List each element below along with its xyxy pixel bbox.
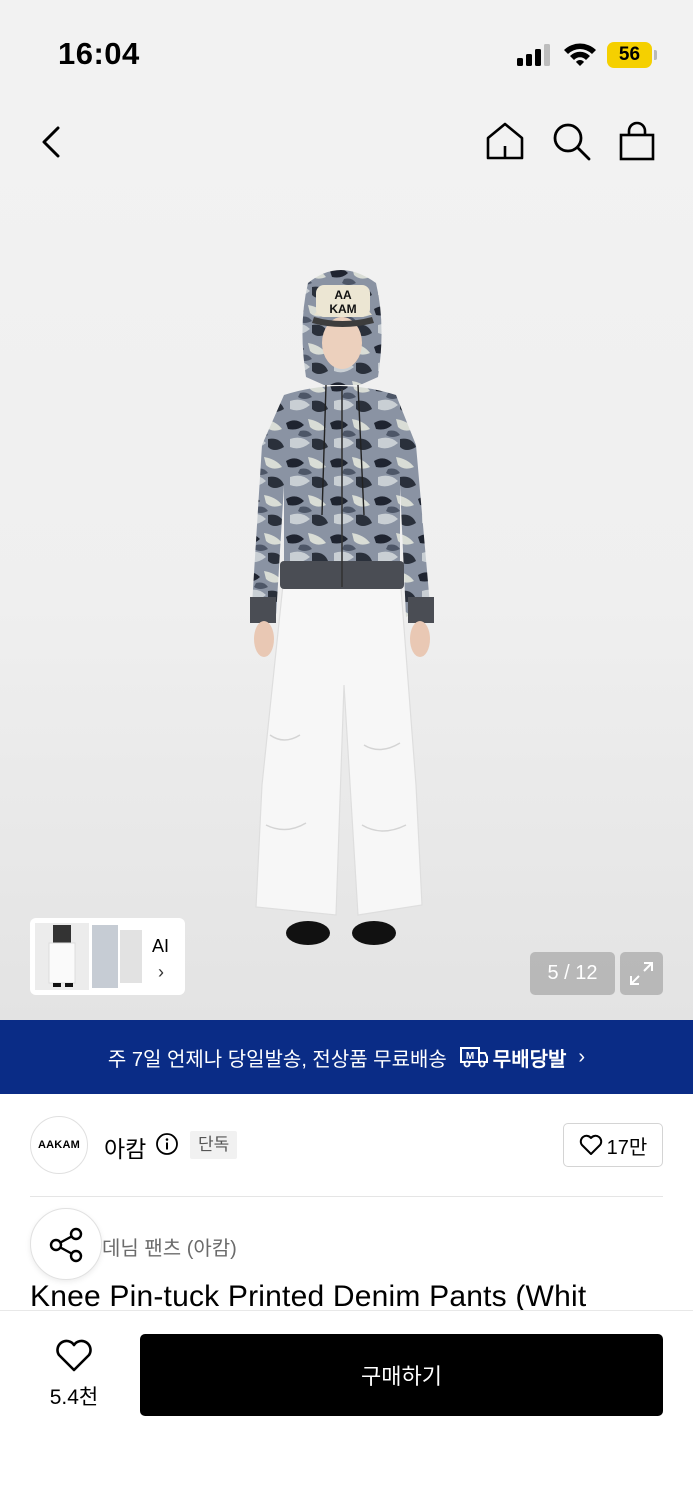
share-button[interactable] — [30, 1208, 102, 1280]
buy-button[interactable]: 구매하기 — [140, 1334, 663, 1416]
shipping-banner[interactable]: 주 7일 언제나 당일발송, 전상품 무료배송 M 무배당발 › — [0, 1020, 693, 1094]
wish-count: 5.4천 — [49, 1386, 99, 1409]
brand-name[interactable]: 아캄 — [104, 1130, 146, 1164]
thumbnail-image — [35, 923, 89, 990]
exclusive-badge: 단독 — [190, 1131, 238, 1159]
ai-thumbnail-link[interactable]: AI › — [30, 918, 185, 995]
brand-like-button[interactable]: 17만 — [563, 1123, 663, 1167]
image-counter: 5 / 12 — [530, 952, 615, 995]
status-bar: 16:04 56 — [0, 0, 693, 100]
expand-button[interactable] — [620, 952, 663, 995]
battery-level: 56 — [607, 42, 652, 68]
svg-text:M: M — [466, 1051, 474, 1062]
banner-brand: 무배당발 — [492, 1048, 567, 1071]
thumbnail-image — [120, 930, 142, 983]
product-image-gallery[interactable]: AA KAM AI › 5 / 12 — [0, 100, 693, 1020]
brand-like-count: 17만 — [606, 1136, 648, 1159]
cellular-signal-icon — [517, 44, 551, 66]
thumbnail-image — [92, 925, 118, 988]
search-icon[interactable] — [550, 120, 592, 162]
share-icon — [49, 1227, 83, 1263]
heart-icon — [579, 1134, 602, 1155]
banner-text: 주 7일 언제나 당일발송, 전상품 무료배송 — [107, 1048, 447, 1071]
divider — [30, 1196, 663, 1197]
product-photo: AA KAM — [250, 270, 434, 945]
battery-icon: 56 — [607, 42, 657, 68]
expand-icon — [630, 962, 653, 985]
svg-text:KAM: KAM — [329, 302, 356, 316]
svg-text:AA: AA — [334, 288, 352, 302]
info-icon[interactable] — [155, 1132, 179, 1156]
bottom-action-bar: 5.4천 구매하기 — [0, 1310, 693, 1500]
home-icon[interactable] — [484, 120, 526, 162]
product-title: Knee Pin-tuck Printed Denim Pants (Whit — [30, 1280, 587, 1312]
ai-label: AI — [152, 936, 170, 956]
brand-logo[interactable]: AAKAM — [30, 1116, 88, 1174]
chevron-right-icon: › — [578, 1045, 586, 1068]
product-category[interactable]: 데님 팬츠 (아캄) — [102, 1232, 237, 1261]
wifi-icon — [564, 43, 596, 66]
status-time: 16:04 — [58, 36, 140, 71]
back-icon[interactable] — [36, 122, 72, 162]
bag-icon[interactable] — [616, 120, 658, 162]
chevron-right-icon: › — [158, 962, 164, 982]
heart-icon[interactable] — [55, 1339, 93, 1373]
truck-icon: M — [459, 1047, 488, 1068]
